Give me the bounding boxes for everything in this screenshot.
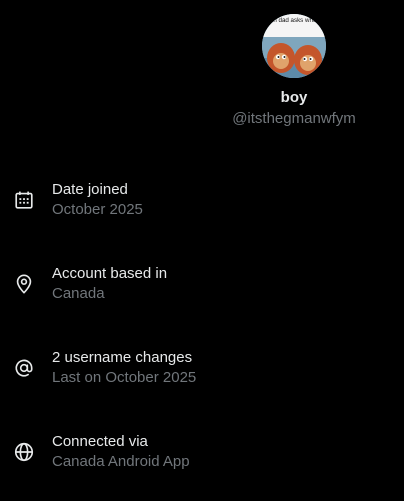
user-handle: @itsthegmanwfym <box>232 110 356 127</box>
profile-header: when dad asks who farted in the car boy … <box>188 14 400 128</box>
avatar[interactable]: when dad asks who farted in the car <box>262 14 326 78</box>
info-subtitle: Canada Android App <box>52 453 190 470</box>
globe-icon <box>13 441 35 463</box>
info-subtitle: October 2025 <box>52 201 143 218</box>
info-row-connected-via: Connected via Canada Android App <box>0 422 404 482</box>
info-text: Date joined October 2025 <box>52 180 143 220</box>
at-sign-icon <box>13 357 35 379</box>
location-pin-icon <box>13 273 35 295</box>
info-row-username-changes: 2 username changes Last on October 2025 <box>0 338 404 398</box>
info-text: Account based in Canada <box>52 264 167 304</box>
info-row-date-joined: Date joined October 2025 <box>0 170 404 230</box>
info-subtitle: Last on October 2025 <box>52 369 197 386</box>
avatar-caption: when dad asks who farted in the car <box>262 14 326 37</box>
info-text: Connected via Canada Android App <box>52 432 190 472</box>
display-name: boy <box>280 89 308 106</box>
info-title: Connected via <box>52 433 148 450</box>
info-row-account-based-in: Account based in Canada <box>0 254 404 314</box>
info-text: 2 username changes Last on October 2025 <box>52 348 196 388</box>
info-title: Account based in <box>52 265 168 282</box>
calendar-icon <box>13 189 35 211</box>
info-title: Date joined <box>52 181 128 198</box>
info-title: 2 username changes <box>52 349 193 366</box>
info-subtitle: Canada <box>52 285 105 302</box>
